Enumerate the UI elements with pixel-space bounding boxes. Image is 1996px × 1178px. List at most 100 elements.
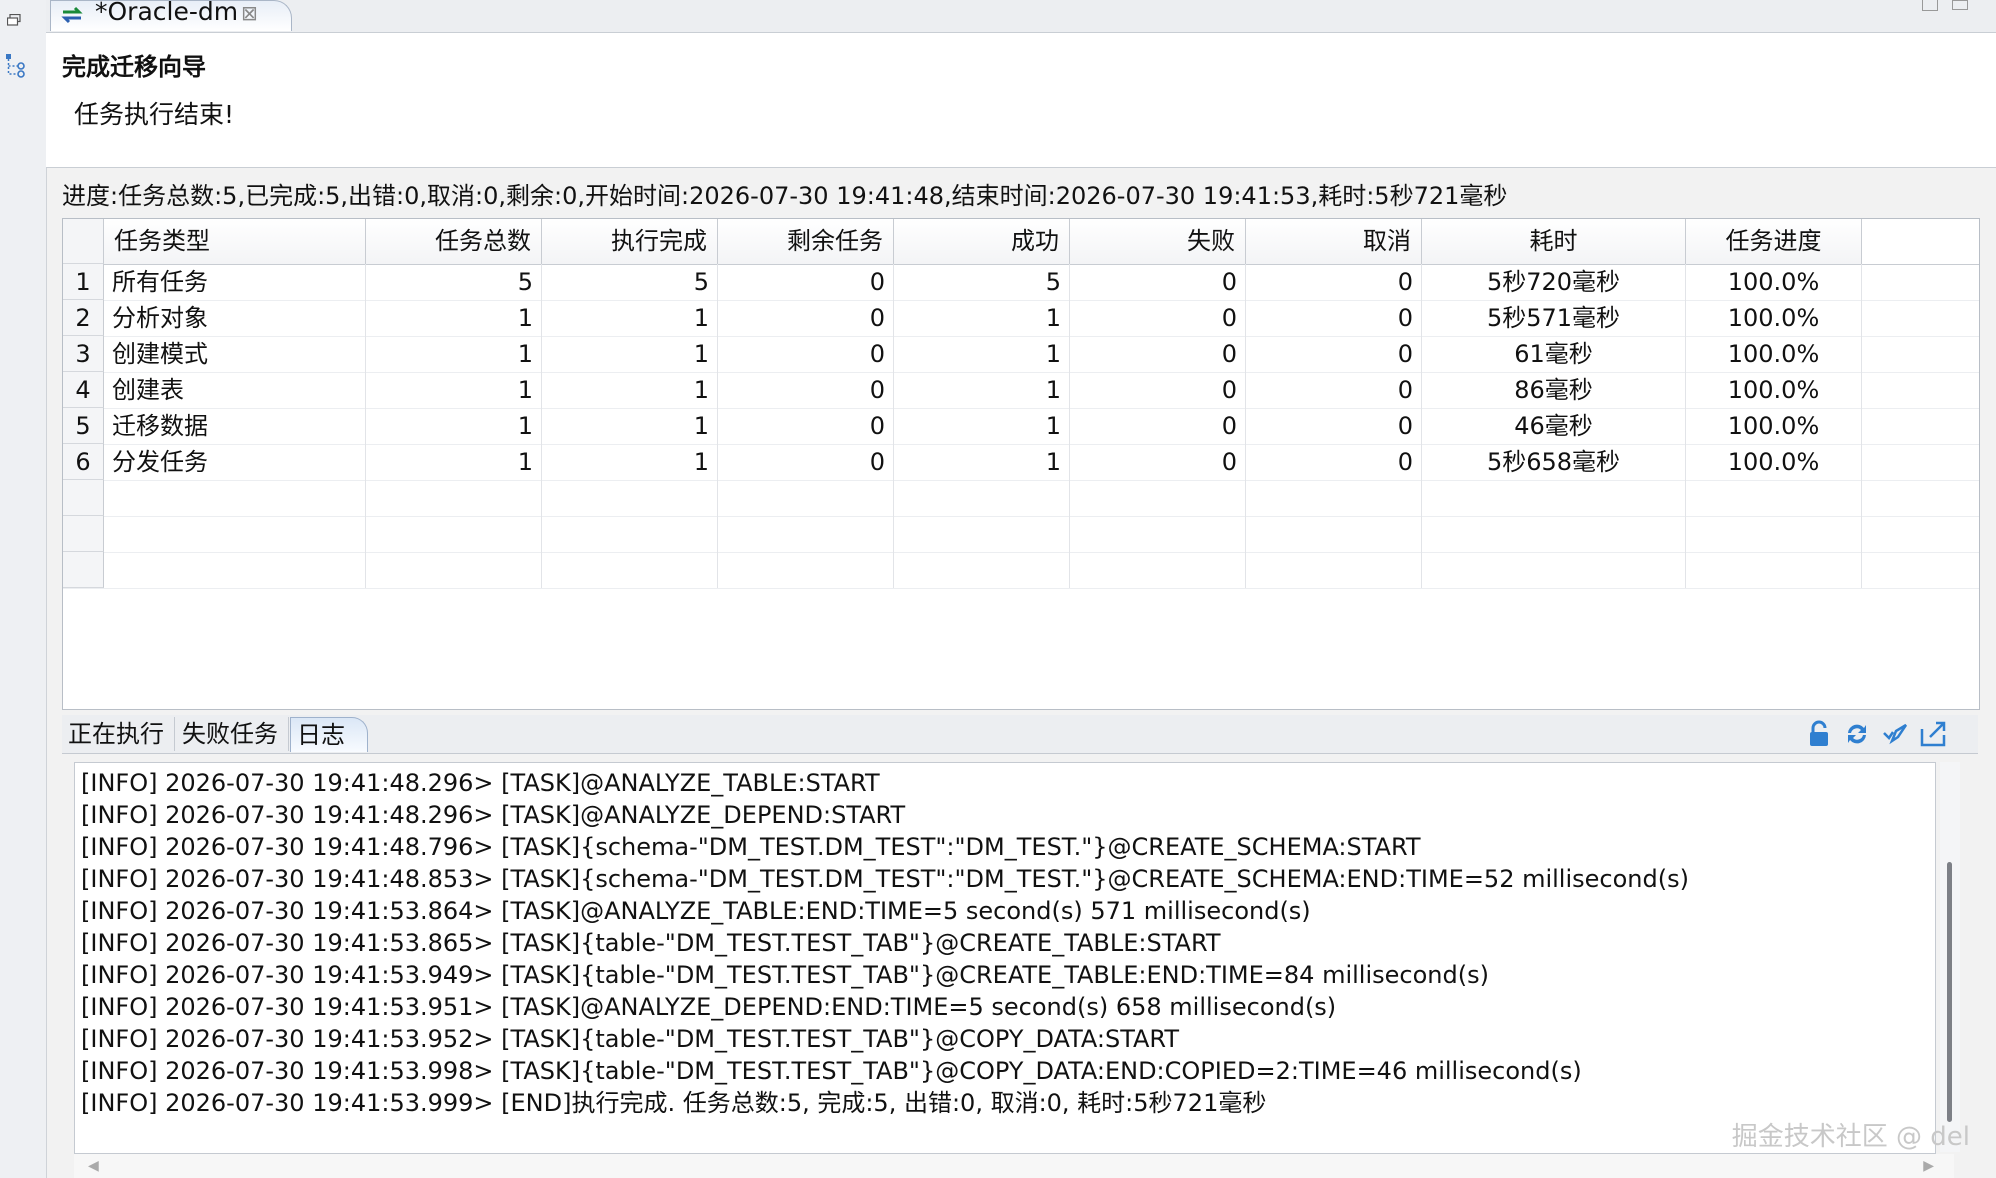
column-header[interactable]: 耗时 xyxy=(1422,219,1686,264)
table-cell: 创建模式 xyxy=(104,336,366,372)
clear-icon[interactable] xyxy=(1880,719,1910,749)
editor-tab-oracle-dm[interactable]: *Oracle-dm ⊠ xyxy=(50,0,292,31)
table-cell: 迁移数据 xyxy=(104,408,366,444)
scroll-thumb[interactable] xyxy=(1947,862,1952,1122)
tab-failed[interactable]: 失败任务 xyxy=(176,717,289,751)
column-header[interactable]: 任务类型 xyxy=(104,219,366,264)
table-cell: 1 xyxy=(366,444,542,480)
table-cell xyxy=(894,552,1070,588)
row-number: 5 xyxy=(63,408,104,444)
table-cell xyxy=(1246,552,1422,588)
table-row[interactable] xyxy=(63,516,1979,553)
refresh-icon[interactable] xyxy=(1842,719,1872,749)
scroll-right-icon[interactable]: ▶ xyxy=(1923,1158,1934,1174)
table-cell: 5 xyxy=(894,264,1070,300)
table-cell: 0 xyxy=(1246,300,1422,336)
row-number xyxy=(63,480,104,516)
editor-tab-bar: *Oracle-dm ⊠ xyxy=(46,0,1996,33)
close-icon[interactable]: ⊠ xyxy=(241,1,258,25)
table-cell: 0 xyxy=(1070,264,1246,300)
log-line: [INFO] 2026-07-30 19:41:48.296> [TASK]@A… xyxy=(81,801,906,829)
table-cell: 0 xyxy=(1246,408,1422,444)
table-row[interactable]: 4 创建表 1 1 0 1 0 0 86毫秒 100.0% xyxy=(63,372,1979,409)
table-cell: 5秒720毫秒 xyxy=(1422,264,1686,300)
log-line: [INFO] 2026-07-30 19:41:53.998> [TASK]{t… xyxy=(81,1057,1582,1085)
log-line: [INFO] 2026-07-30 19:41:53.952> [TASK]{t… xyxy=(81,1025,1179,1053)
tree-icon[interactable] xyxy=(4,52,28,80)
table-row[interactable] xyxy=(63,552,1979,589)
table-cell: 0 xyxy=(1070,372,1246,408)
table-cell: 5 xyxy=(366,264,542,300)
row-number: 4 xyxy=(63,372,104,408)
table-cell: 1 xyxy=(366,372,542,408)
restore-icon[interactable] xyxy=(7,14,21,26)
table-cell: 100.0% xyxy=(1686,336,1862,372)
table-cell: 86毫秒 xyxy=(1422,372,1686,408)
maximize-icon[interactable] xyxy=(1952,0,1968,10)
table-cell: 分析对象 xyxy=(104,300,366,336)
log-textarea[interactable]: [INFO] 2026-07-30 19:41:48.296> [TASK]@A… xyxy=(74,762,1936,1154)
row-number-header xyxy=(63,219,104,264)
table-cell: 0 xyxy=(718,300,894,336)
table-cell xyxy=(366,516,542,552)
column-header[interactable]: 剩余任务 xyxy=(718,219,894,264)
table-row[interactable]: 5 迁移数据 1 1 0 1 0 0 46毫秒 100.0% xyxy=(63,408,1979,445)
log-line: [INFO] 2026-07-30 19:41:48.796> [TASK]{s… xyxy=(81,833,1421,861)
table-cell: 分发任务 xyxy=(104,444,366,480)
log-line: [INFO] 2026-07-30 19:41:53.865> [TASK]{t… xyxy=(81,929,1221,957)
table-cell xyxy=(366,552,542,588)
table-cell xyxy=(894,480,1070,516)
table-cell xyxy=(1686,480,1862,516)
table-cell: 1 xyxy=(366,336,542,372)
table-row[interactable]: 3 创建模式 1 1 0 1 0 0 61毫秒 100.0% xyxy=(63,336,1979,373)
table-cell: 5秒571毫秒 xyxy=(1422,300,1686,336)
table-cell xyxy=(1686,516,1862,552)
table-cell: 1 xyxy=(542,372,718,408)
table-row[interactable] xyxy=(63,480,1979,517)
scroll-left-icon[interactable]: ◀ xyxy=(88,1158,99,1174)
table-cell xyxy=(1070,516,1246,552)
log-line: [INFO] 2026-07-30 19:41:53.864> [TASK]@A… xyxy=(81,897,1311,925)
table-cell: 0 xyxy=(1070,300,1246,336)
export-icon[interactable] xyxy=(1918,719,1948,749)
table-cell xyxy=(542,516,718,552)
tab-log[interactable]: 日志 xyxy=(290,717,368,752)
table-cell: 0 xyxy=(1246,372,1422,408)
table-row[interactable]: 2 分析对象 1 1 0 1 0 0 5秒571毫秒 100.0% xyxy=(63,300,1979,337)
left-trim-bar xyxy=(0,0,37,1178)
table-cell: 创建表 xyxy=(104,372,366,408)
table-cell xyxy=(1422,480,1686,516)
table-cell: 0 xyxy=(1246,444,1422,480)
minimize-icon[interactable] xyxy=(1922,0,1938,11)
table-cell: 1 xyxy=(542,444,718,480)
lock-icon[interactable] xyxy=(1804,719,1834,749)
column-header[interactable]: 任务总数 xyxy=(366,219,542,264)
table-header: 任务类型 任务总数 执行完成 剩余任务 成功 失败 取消 耗时 任务进度 xyxy=(63,219,1979,265)
table-cell: 1 xyxy=(894,408,1070,444)
column-header[interactable]: 成功 xyxy=(894,219,1070,264)
table-cell: 1 xyxy=(894,372,1070,408)
tab-running[interactable]: 正在执行 xyxy=(62,717,175,751)
table-cell: 100.0% xyxy=(1686,300,1862,336)
column-header[interactable]: 取消 xyxy=(1246,219,1422,264)
table-cell: 0 xyxy=(1246,264,1422,300)
table-cell xyxy=(542,480,718,516)
column-header[interactable]: 任务进度 xyxy=(1686,219,1862,264)
editor-tab-title: *Oracle-dm xyxy=(95,0,239,26)
left-sash[interactable] xyxy=(36,0,47,1178)
table-cell: 1 xyxy=(894,300,1070,336)
table-cell xyxy=(366,480,542,516)
log-horizontal-scrollbar[interactable]: ◀ ▶ xyxy=(74,1154,1954,1178)
table-cell xyxy=(1070,552,1246,588)
table-cell: 1 xyxy=(894,336,1070,372)
table-row[interactable]: 1 所有任务 5 5 0 5 0 0 5秒720毫秒 100.0% xyxy=(63,264,1979,301)
table-row[interactable]: 6 分发任务 1 1 0 1 0 0 5秒658毫秒 100.0% xyxy=(63,444,1979,481)
log-vertical-scrollbar[interactable] xyxy=(1940,762,1960,1152)
table-cell xyxy=(1422,516,1686,552)
column-header[interactable]: 执行完成 xyxy=(542,219,718,264)
table-cell: 1 xyxy=(894,444,1070,480)
table-cell: 0 xyxy=(718,408,894,444)
table-cell xyxy=(542,552,718,588)
column-header[interactable]: 失败 xyxy=(1070,219,1246,264)
table-cell: 5 xyxy=(542,264,718,300)
